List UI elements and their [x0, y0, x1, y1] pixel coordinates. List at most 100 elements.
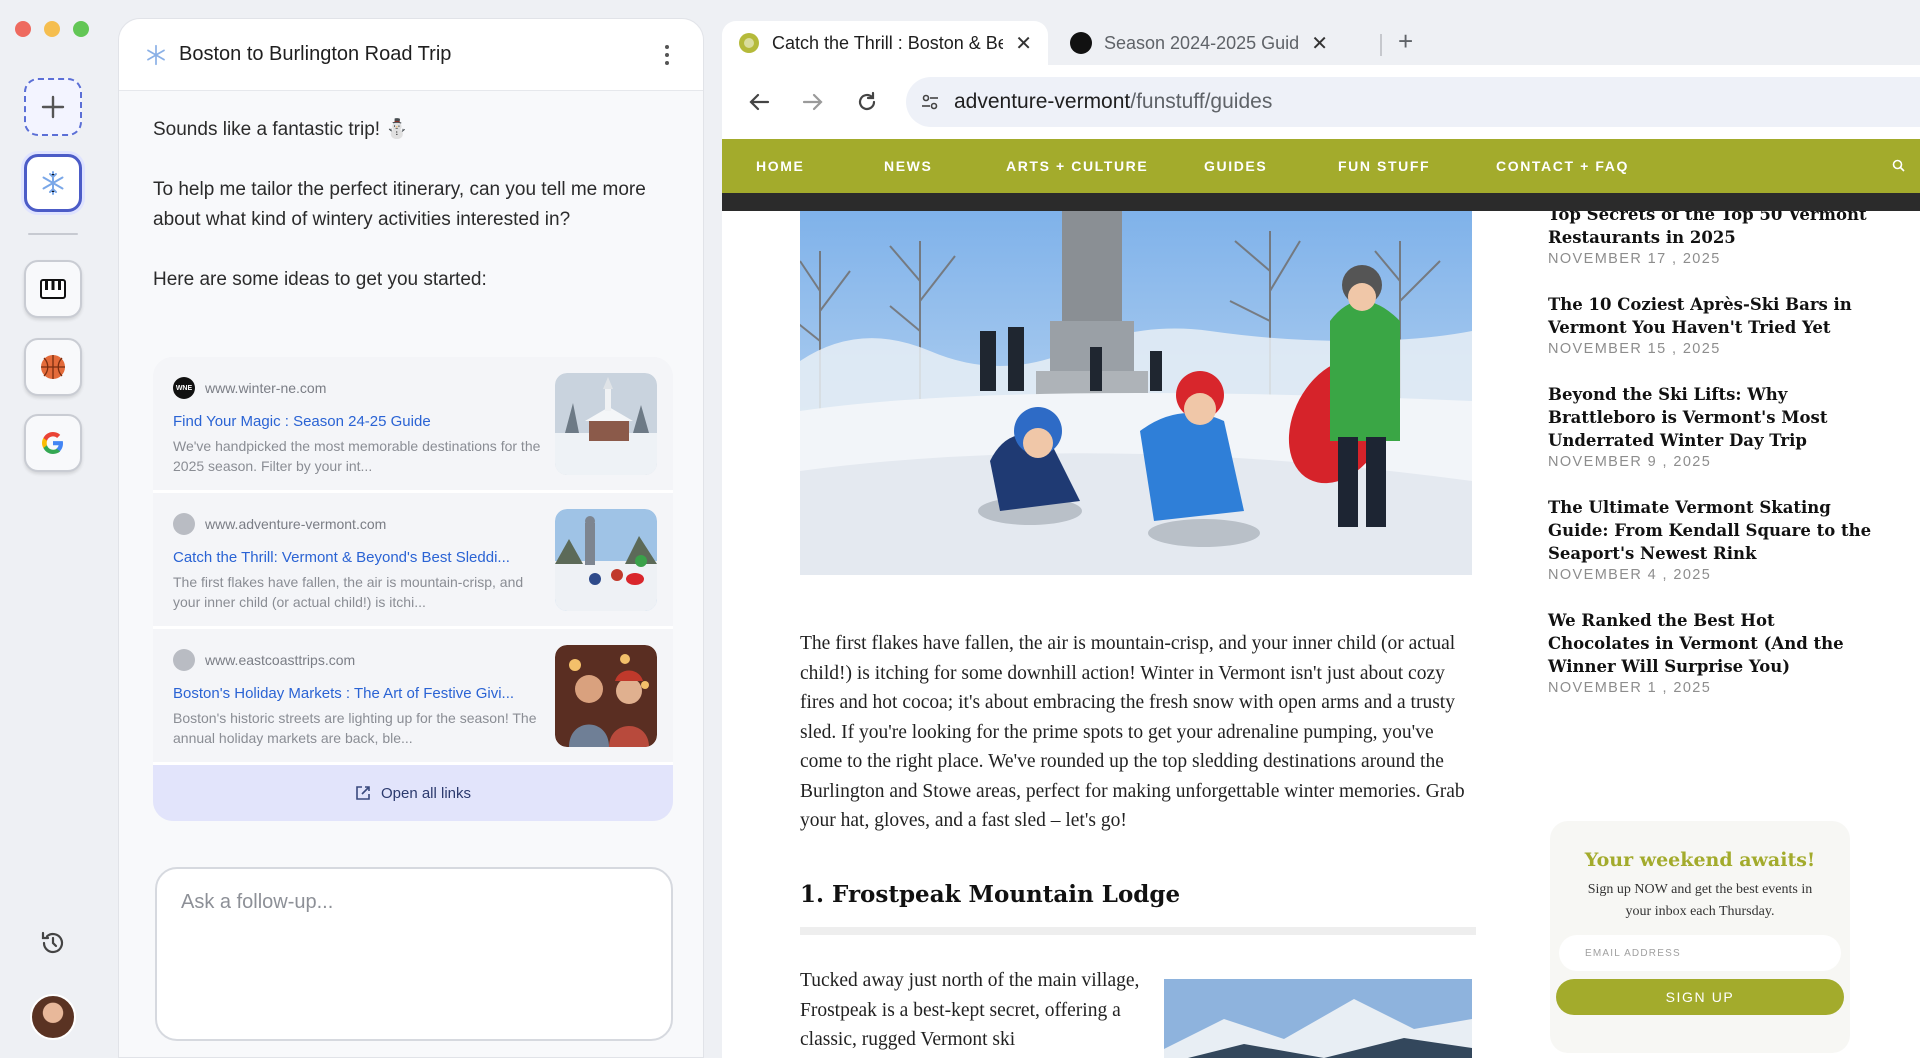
tab-strip: Catch the Thrill : Boston & Be ✕ Season … — [722, 18, 1920, 65]
site-settings-icon[interactable] — [920, 92, 940, 112]
related-article[interactable]: Beyond the Ski Lifts: Why Brattleboro is… — [1548, 383, 1878, 470]
article-section-text: Tucked away just north of the main villa… — [800, 970, 1140, 1050]
reload-button[interactable] — [852, 87, 882, 117]
forward-button[interactable] — [798, 87, 828, 117]
url-domain: adventure-vermont — [954, 90, 1131, 113]
result-site: WNE www.winter-ne.com — [173, 377, 543, 399]
snowflake-icon — [147, 44, 165, 65]
back-button[interactable] — [744, 87, 774, 117]
nav-guides[interactable]: GUIDES — [1204, 158, 1267, 174]
sign-up-button[interactable]: SIGN UP — [1556, 979, 1844, 1015]
related-article-date: NOVEMBER 17 , 2025 — [1548, 251, 1721, 267]
chat-header: Boston to Burlington Road Trip — [119, 19, 703, 91]
related-article-title[interactable]: The Ultimate Vermont Skating Guide: From… — [1548, 496, 1878, 565]
newsletter-body: Sign up NOW and get the best events in y… — [1587, 882, 1813, 919]
related-article-date: NOVEMBER 9 , 2025 — [1548, 454, 1712, 470]
mountain-image — [1164, 979, 1472, 1058]
related-article[interactable]: The Ultimate Vermont Skating Guide: From… — [1548, 496, 1878, 583]
window-controls — [15, 21, 89, 37]
related-article-title[interactable]: Top Secrets of the Top 50 Vermont Restau… — [1548, 211, 1878, 249]
new-tab-icon[interactable]: + — [1398, 26, 1413, 57]
related-article-date: NOVEMBER 15 , 2025 — [1548, 341, 1721, 357]
section-divider — [800, 927, 1476, 935]
close-tab-icon[interactable]: ✕ — [1311, 31, 1328, 56]
result-thumbnail — [555, 509, 657, 611]
site-favicon — [173, 649, 195, 671]
result-title-link[interactable]: Catch the Thrill: Vermont & Beyond's Bes… — [173, 549, 543, 566]
url-path: /funstuff/guides — [1130, 90, 1273, 113]
site-url: www.eastcoasttrips.com — [205, 652, 356, 668]
related-article-title[interactable]: Beyond the Ski Lifts: Why Brattleboro is… — [1548, 383, 1878, 452]
result-card[interactable]: www.adventure-vermont.com Catch the Thri… — [153, 493, 673, 629]
chat-piano-button[interactable] — [24, 260, 82, 318]
result-card[interactable]: www.eastcoasttrips.com Boston's Holiday … — [153, 629, 673, 765]
related-article[interactable]: The 10 Coziest Après-Ski Bars in Vermont… — [1548, 293, 1878, 357]
snowflake-icon — [42, 171, 64, 195]
related-article-title[interactable]: The 10 Coziest Après-Ski Bars in Vermont… — [1548, 293, 1878, 339]
arrow-right-icon — [802, 93, 823, 111]
browser-window: Catch the Thrill : Boston & Be ✕ Season … — [722, 18, 1920, 1058]
site-url: www.winter-ne.com — [205, 380, 327, 396]
message-line: Sounds like a fantastic trip! ⛄ — [153, 119, 409, 140]
related-article-date: NOVEMBER 4 , 2025 — [1548, 567, 1712, 583]
message-line: To help me tailor the perfect itinerary,… — [153, 179, 646, 230]
related-article-title[interactable]: We Ranked the Best Hot Chocolates in Ver… — [1548, 609, 1878, 678]
google-icon — [42, 432, 63, 454]
plus-icon — [41, 95, 65, 119]
search-results: WNE www.winter-ne.com Find Your Magic : … — [153, 357, 673, 821]
basketball-icon — [41, 355, 65, 379]
chat-basketball-button[interactable] — [24, 338, 82, 396]
assistant-message: Sounds like a fantastic trip! ⛄ To help … — [119, 115, 703, 295]
minimize-window-button[interactable] — [44, 21, 60, 37]
result-card[interactable]: WNE www.winter-ne.com Find Your Magic : … — [153, 357, 673, 493]
related-article[interactable]: Top Secrets of the Top 50 Vermont Restau… — [1548, 211, 1878, 267]
site-favicon: WNE — [173, 377, 195, 399]
web-page: The first flakes have fallen, the air is… — [722, 211, 1920, 1058]
site-favicon — [1070, 32, 1092, 54]
tab-inactive[interactable]: Season 2024-2025 Guide – F ✕ — [1054, 21, 1344, 65]
more-options-icon[interactable] — [657, 44, 677, 65]
result-site: www.adventure-vermont.com — [173, 513, 543, 535]
address-bar[interactable]: adventure-vermont/funstuff/guides — [906, 77, 1920, 127]
new-chat-button[interactable] — [24, 78, 82, 136]
related-articles: Top Secrets of the Top 50 Vermont Restau… — [1548, 211, 1878, 722]
piano-icon — [40, 279, 66, 299]
email-field[interactable]: EMAIL ADDRESS — [1559, 935, 1841, 971]
history-icon[interactable] — [38, 928, 68, 958]
nav-arts-culture[interactable]: ARTS + CULTURE — [1006, 158, 1148, 174]
message-line: Here are some ideas to get you started: — [153, 269, 487, 290]
result-thumbnail — [555, 373, 657, 475]
related-article[interactable]: We Ranked the Best Hot Chocolates in Ver… — [1548, 609, 1878, 696]
nav-contact-faq[interactable]: CONTACT + FAQ — [1496, 158, 1629, 174]
result-title-link[interactable]: Boston's Holiday Markets : The Art of Fe… — [173, 685, 543, 702]
search-icon[interactable] — [1892, 159, 1905, 172]
close-window-button[interactable] — [15, 21, 31, 37]
result-site: www.eastcoasttrips.com — [173, 649, 543, 671]
arrow-left-icon — [749, 93, 770, 111]
chat-snowflake-button[interactable] — [24, 154, 82, 212]
chat-title: Boston to Burlington Road Trip — [179, 43, 452, 65]
section-heading: 1. Frostpeak Mountain Lodge — [800, 881, 1181, 908]
tab-active[interactable]: Catch the Thrill : Boston & Be ✕ — [722, 21, 1048, 65]
result-thumbnail — [555, 645, 657, 747]
open-all-links-button[interactable]: Open all links — [153, 765, 673, 821]
article-intro: The first flakes have fallen, the air is… — [800, 633, 1465, 831]
external-link-icon — [356, 786, 370, 800]
maximize-window-button[interactable] — [73, 21, 89, 37]
result-title-link[interactable]: Find Your Magic : Season 24-25 Guide — [173, 413, 543, 430]
site-favicon — [173, 513, 195, 535]
nav-fun-stuff[interactable]: FUN STUFF — [1338, 158, 1430, 174]
related-article-date: NOVEMBER 1 , 2025 — [1548, 680, 1712, 696]
user-avatar[interactable] — [30, 994, 76, 1040]
newsletter-heading: Your weekend awaits! — [1584, 849, 1816, 871]
follow-up-input[interactable]: Ask a follow-up... — [155, 867, 673, 1041]
chat-google-button[interactable] — [24, 414, 82, 472]
open-all-links-label: Open all links — [380, 784, 472, 802]
tab-title: Catch the Thrill : Boston & Be — [772, 32, 1004, 53]
nav-underbar — [722, 193, 1920, 211]
reload-icon — [858, 91, 876, 111]
nav-home[interactable]: HOME — [756, 158, 804, 174]
close-tab-icon[interactable]: ✕ — [1015, 31, 1032, 56]
left-rail — [0, 0, 108, 1058]
nav-news[interactable]: NEWS — [884, 158, 932, 174]
